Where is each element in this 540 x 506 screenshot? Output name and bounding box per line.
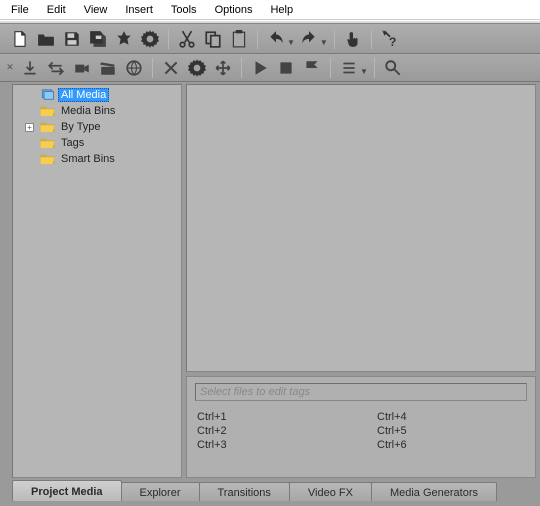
stop-icon[interactable]: [274, 56, 298, 80]
expand-toggle-icon[interactable]: +: [25, 123, 34, 132]
tree-item-label: Media Bins: [58, 104, 118, 118]
dropdown-arrow-icon[interactable]: ▼: [360, 59, 368, 76]
separator: [257, 29, 258, 49]
folder-icon: [39, 120, 55, 134]
tab-video-fx[interactable]: Video FX: [289, 482, 372, 501]
tree-item-label: By Type: [58, 120, 104, 134]
close-panel-icon[interactable]: ✕: [4, 62, 16, 73]
shortcut-label[interactable]: Ctrl+6: [377, 439, 527, 451]
cut-icon[interactable]: [175, 27, 199, 51]
separator: [371, 29, 372, 49]
tab-media-generators[interactable]: Media Generators: [371, 482, 497, 501]
menu-file[interactable]: File: [2, 2, 38, 18]
menu-options[interactable]: Options: [206, 2, 262, 18]
separator: [330, 58, 331, 78]
tree-item-all-media[interactable]: +All Media: [13, 87, 181, 103]
search-icon[interactable]: [381, 56, 405, 80]
auto-preview-icon[interactable]: [300, 56, 324, 80]
folder-icon: [39, 104, 55, 118]
tree-item-label: Smart Bins: [58, 152, 118, 166]
shortcut-label[interactable]: Ctrl+3: [197, 439, 347, 451]
open-folder-icon[interactable]: [34, 27, 58, 51]
undo-icon[interactable]: [264, 27, 288, 51]
tab-project-media[interactable]: Project Media: [12, 480, 122, 501]
folder-icon: [39, 136, 55, 150]
main-toolbar: ▼▼: [0, 24, 540, 54]
render-icon[interactable]: [112, 27, 136, 51]
save-as-icon[interactable]: [86, 27, 110, 51]
tab-explorer[interactable]: Explorer: [121, 482, 200, 501]
right-panel: Select files to edit tags Ctrl+1 Ctrl+4 Ct…: [186, 84, 536, 478]
media-props-icon[interactable]: [211, 56, 235, 80]
separator: [374, 58, 375, 78]
redo-icon[interactable]: [297, 27, 321, 51]
folder-icon: [39, 152, 55, 166]
tree-item-smart-bins[interactable]: +Smart Bins: [13, 151, 181, 167]
shortcut-label[interactable]: Ctrl+1: [197, 411, 347, 423]
menu-edit[interactable]: Edit: [38, 2, 75, 18]
menu-insert[interactable]: Insert: [116, 2, 162, 18]
tree-item-media-bins[interactable]: +Media Bins: [13, 103, 181, 119]
separator: [168, 29, 169, 49]
paste-icon[interactable]: [227, 27, 251, 51]
touch-icon[interactable]: [341, 27, 365, 51]
views-icon[interactable]: [337, 56, 361, 80]
tree-item-by-type[interactable]: + By Type: [13, 119, 181, 135]
play-icon[interactable]: [248, 56, 272, 80]
capture-clap-icon[interactable]: [96, 56, 120, 80]
media-fx-icon[interactable]: [185, 56, 209, 80]
get-web-icon[interactable]: [122, 56, 146, 80]
tree-item-label: All Media: [58, 88, 109, 102]
dropdown-arrow-icon[interactable]: ▼: [320, 30, 328, 47]
menu-help[interactable]: Help: [261, 2, 302, 18]
media-tree-panel: +All Media+Media Bins + By Type+Tags+Smart…: [12, 84, 182, 478]
copy-icon[interactable]: [201, 27, 225, 51]
new-doc-icon[interactable]: [8, 27, 32, 51]
bottom-tabs: Project MediaExplorerTransitionsVideo FX…: [0, 480, 540, 501]
properties-icon[interactable]: [138, 27, 162, 51]
import-icon[interactable]: [18, 56, 42, 80]
sub-toolbar: ✕ ▼: [0, 54, 540, 82]
shortcut-label[interactable]: Ctrl+4: [377, 411, 527, 423]
media-preview-area: [186, 84, 536, 372]
remove-icon[interactable]: [159, 56, 183, 80]
separator: [241, 58, 242, 78]
menu-tools[interactable]: Tools: [162, 2, 206, 18]
shortcut-label[interactable]: Ctrl+2: [197, 425, 347, 437]
help-icon[interactable]: [378, 27, 402, 51]
tree-item-label: Tags: [58, 136, 87, 150]
tab-transitions[interactable]: Transitions: [199, 482, 290, 501]
separator: [334, 29, 335, 49]
capture-video-icon[interactable]: [70, 56, 94, 80]
save-icon[interactable]: [60, 27, 84, 51]
dropdown-arrow-icon[interactable]: ▼: [287, 30, 295, 47]
media-stack-icon: [39, 88, 55, 102]
menubar: FileEditViewInsertToolsOptionsHelp: [0, 0, 540, 20]
shortcut-label[interactable]: Ctrl+5: [377, 425, 527, 437]
capture-arrow-icon[interactable]: [44, 56, 68, 80]
tags-input[interactable]: Select files to edit tags: [195, 383, 527, 401]
content-area: +All Media+Media Bins + By Type+Tags+Smart…: [0, 82, 540, 480]
tags-panel: Select files to edit tags Ctrl+1 Ctrl+4 Ct…: [186, 376, 536, 478]
tree-item-tags[interactable]: +Tags: [13, 135, 181, 151]
menu-view[interactable]: View: [75, 2, 117, 18]
separator: [152, 58, 153, 78]
